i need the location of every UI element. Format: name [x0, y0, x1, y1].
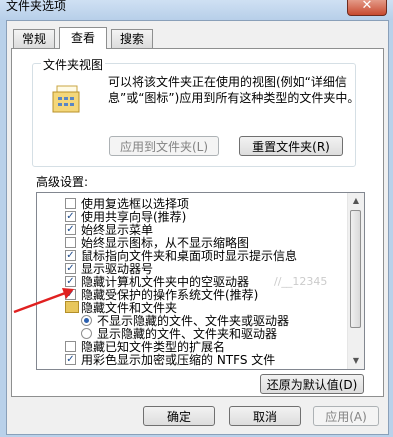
checkbox[interactable]: ✓ — [65, 224, 76, 235]
watermark-text: //__12345 — [274, 275, 328, 288]
folder-view-icon — [52, 85, 80, 113]
view-tab-panel: 文件夹视图 可以将该文件夹正在使用的视图(例如“详细信息”或“图标”)应用到所有… — [11, 48, 384, 397]
folder-views-description: 可以将该文件夹正在使用的视图(例如“详细信息”或“图标”)应用到所有这种类型的文… — [108, 75, 360, 105]
red-arrow-annotation — [13, 288, 74, 314]
checkbox[interactable]: ✓ — [65, 250, 76, 261]
tab-view[interactable]: 查看 — [59, 27, 107, 49]
checkbox[interactable]: ✓ — [65, 211, 76, 222]
tab-general[interactable]: 常规 — [13, 29, 55, 48]
scroll-thumb[interactable] — [350, 210, 361, 328]
folder-views-title: 文件夹视图 — [41, 56, 106, 73]
checkbox[interactable] — [65, 341, 76, 352]
scroll-up-icon[interactable]: ▲ — [348, 193, 364, 209]
radio-button[interactable] — [81, 315, 92, 326]
scroll-down-icon[interactable]: ▼ — [348, 353, 364, 369]
checkbox[interactable] — [65, 237, 76, 248]
reset-folders-button[interactable]: 重置文件夹(R) — [239, 136, 343, 156]
apply-button[interactable]: 应用(A) — [313, 406, 379, 426]
restore-defaults-button[interactable]: 还原为默认值(D) — [260, 374, 364, 394]
ok-button[interactable]: 确定 — [143, 406, 215, 426]
apply-to-folders-button[interactable]: 应用到文件夹(L) — [109, 136, 219, 156]
folder-views-group: 文件夹视图 可以将该文件夹正在使用的视图(例如“详细信息”或“图标”)应用到所有… — [32, 56, 359, 167]
cancel-button[interactable]: 取消 — [229, 406, 301, 426]
close-button[interactable]: ✕ — [347, 0, 387, 16]
checkbox[interactable] — [65, 198, 76, 209]
advanced-settings-label: 高级设置: — [36, 175, 89, 189]
window-title: 文件夹选项 — [6, 0, 67, 13]
vertical-scrollbar[interactable]: ▲ ▼ — [347, 193, 364, 369]
dialog-client: 常规 查看 搜索 文件夹视图 可以将该文件夹正在使用的视图(例如“详细信息”或“… — [6, 20, 389, 435]
checkbox[interactable]: ✓ — [65, 263, 76, 274]
checkbox[interactable]: ✓ — [65, 354, 76, 365]
title-bar: 文件夹选项 ✕ — [0, 0, 393, 20]
tab-search[interactable]: 搜索 — [111, 29, 153, 48]
